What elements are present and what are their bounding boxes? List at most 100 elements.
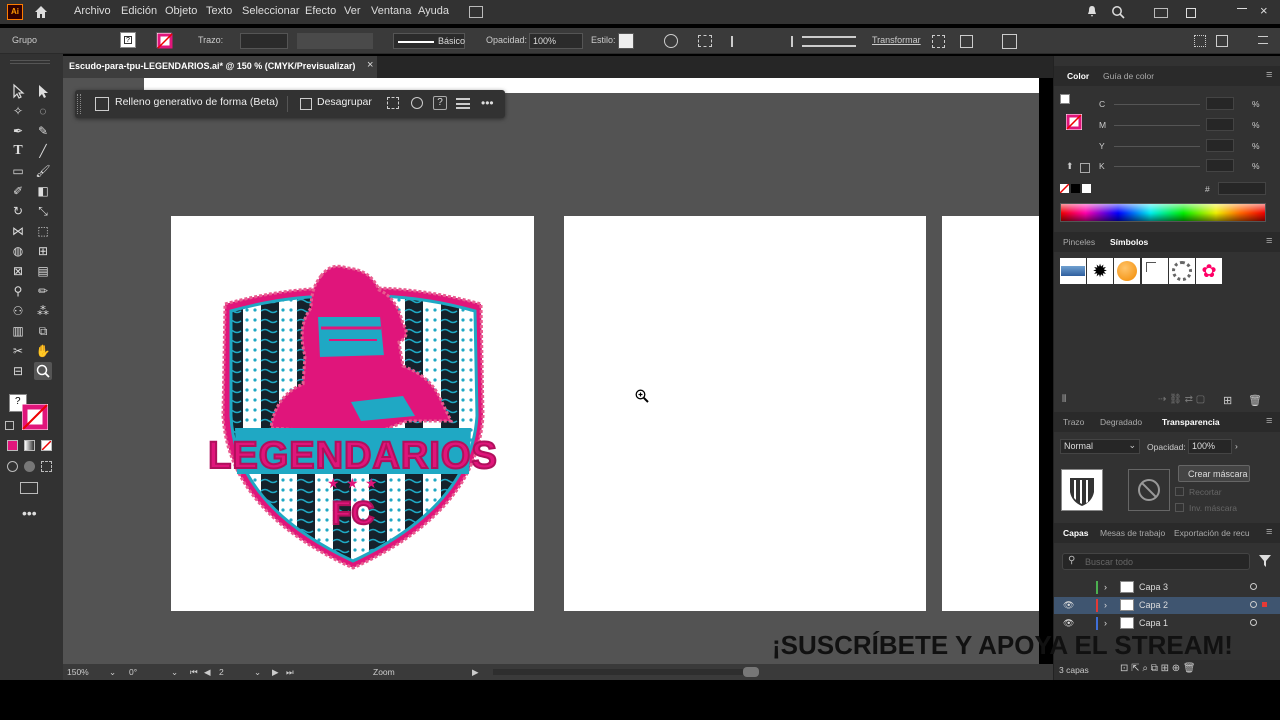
tab-brushes[interactable]: Pinceles <box>1063 237 1095 247</box>
tab-color[interactable]: Color <box>1067 71 1089 81</box>
zoom-dropdown-icon[interactable]: ⌄ <box>109 667 116 678</box>
transparency-opacity-field[interactable]: 100% <box>1188 439 1232 454</box>
tab-gradient[interactable]: Degradado <box>1100 417 1142 427</box>
direct-selection-tool-icon[interactable] <box>34 82 52 100</box>
task-bar-grip[interactable] <box>77 94 81 114</box>
filter-icon[interactable] <box>1259 555 1271 567</box>
color-mode-icon[interactable] <box>7 440 18 451</box>
ungroup-button[interactable]: Desagrupar <box>317 96 372 108</box>
black-swatch[interactable] <box>1071 184 1080 193</box>
last-artboard-icon[interactable]: ⏭ <box>286 667 294 678</box>
mesh-tool-icon[interactable]: ⊠ <box>9 262 27 280</box>
document-tab[interactable]: Escudo-para-tpu-LEGENDARIOS.ai* @ 150 % … <box>63 56 377 78</box>
chevron-right-icon[interactable]: › <box>1104 582 1107 592</box>
search-icon[interactable] <box>1111 5 1125 19</box>
layer-name[interactable]: Capa 2 <box>1139 600 1168 610</box>
status-menu-icon[interactable]: ▶ <box>472 667 479 678</box>
menu-ver[interactable]: Ver <box>344 5 361 17</box>
menu-ayuda[interactable]: Ayuda <box>418 5 449 17</box>
measure-tool-icon[interactable]: ✏ <box>34 282 52 300</box>
color-stroke-box[interactable] <box>1066 114 1082 130</box>
tab-asset-export[interactable]: Exportación de recu <box>1174 528 1250 538</box>
app-logo[interactable]: Ai <box>7 4 23 20</box>
type-tool-icon[interactable]: T <box>9 142 27 160</box>
color-fill-box[interactable] <box>1060 94 1070 104</box>
legendarios-shield-logo[interactable]: LEGENDARIOS ★ ★ ★ FC <box>171 216 534 611</box>
symbols-panel-menu-icon[interactable]: ≡ <box>1266 235 1272 247</box>
color-panel-menu-icon[interactable]: ≡ <box>1266 69 1272 81</box>
toolbar-grip[interactable] <box>10 60 50 64</box>
paintbrush-tool-icon[interactable]: 🖌︎ <box>34 162 52 180</box>
blend-tool-icon[interactable]: ⚇ <box>9 302 27 320</box>
puppet-warp-icon[interactable] <box>1002 34 1017 49</box>
chevron-right-icon[interactable]: › <box>1104 600 1107 610</box>
perspective-grid-tool-icon[interactable]: ⊞ <box>34 242 52 260</box>
menu-objeto[interactable]: Objeto <box>165 5 197 17</box>
tab-stroke[interactable]: Trazo <box>1063 417 1084 427</box>
layer-target-icon[interactable] <box>1250 619 1257 626</box>
align-dropdown-icon[interactable] <box>698 35 712 47</box>
channel-m-field[interactable] <box>1206 118 1234 131</box>
object-thumbnail[interactable] <box>1061 469 1103 511</box>
horizontal-scrollbar[interactable] <box>493 667 759 677</box>
scale-tool-icon[interactable]: ⤡ <box>34 202 52 220</box>
layer-name[interactable]: Capa 3 <box>1139 582 1168 592</box>
eye-icon[interactable]: 👁︎ <box>1063 618 1074 629</box>
menu-edicion[interactable]: Edición <box>121 5 157 17</box>
opacity-field[interactable]: 100% <box>529 33 583 49</box>
menu-ventana[interactable]: Ventana <box>371 5 411 17</box>
invert-mask-checkbox[interactable] <box>1175 503 1184 512</box>
channel-c-field[interactable] <box>1206 97 1234 110</box>
rotation-value[interactable]: 0° <box>129 667 137 677</box>
lasso-tool-icon[interactable]: ◌ <box>34 102 52 120</box>
draw-inside-icon[interactable] <box>41 461 52 472</box>
symbol-sketch[interactable] <box>1142 258 1168 284</box>
rectangle-tool-icon[interactable]: ▭ <box>9 162 27 180</box>
screen-mode-icon[interactable] <box>20 482 38 494</box>
artboard-2[interactable] <box>564 216 926 611</box>
stroke-weight-field[interactable] <box>240 33 288 49</box>
line-segment-tool-icon[interactable]: ╱ <box>34 142 52 160</box>
previous-artboard-icon[interactable]: ◀ <box>204 667 211 678</box>
layers-panel-menu-icon[interactable]: ≡ <box>1266 526 1272 538</box>
tab-artboards[interactable]: Mesas de trabajo <box>1100 528 1165 538</box>
tab-symbols[interactable]: Símbolos <box>1110 237 1148 247</box>
artboard-tool-icon[interactable]: ⧉ <box>34 322 52 340</box>
panel-options-icon[interactable] <box>1194 35 1206 47</box>
symbol-orange-button[interactable] <box>1114 258 1140 284</box>
generative-fill-button[interactable]: Relleno generativo de forma (Beta) <box>115 96 278 108</box>
pen-tool-icon[interactable]: ✒ <box>9 122 27 140</box>
layer-row-selected[interactable]: 👁︎ › Capa 2 <box>1054 597 1280 614</box>
shape-builder-tool-icon[interactable]: ◍ <box>9 242 27 260</box>
artboard-3[interactable] <box>942 216 1039 611</box>
fill-swatch[interactable]: ? <box>120 32 136 48</box>
tab-color-guide[interactable]: Guía de color <box>1103 71 1154 81</box>
arrange-documents-icon[interactable] <box>469 6 483 18</box>
draw-behind-icon[interactable] <box>24 461 35 472</box>
home-icon[interactable] <box>33 4 49 20</box>
eraser-tool-icon[interactable]: ◧ <box>34 182 52 200</box>
rotate-tool-icon[interactable]: ↻ <box>9 202 27 220</box>
brush-definition-dropdown[interactable]: Básico <box>393 33 465 49</box>
symbol-wreath[interactable] <box>1169 258 1195 284</box>
grid-icon[interactable] <box>1216 35 1228 47</box>
isolate-icon[interactable] <box>932 35 945 48</box>
transparency-panel-menu-icon[interactable]: ≡ <box>1266 415 1272 427</box>
symbol-flower[interactable]: ✿ <box>1196 258 1222 284</box>
channel-m-slider[interactable] <box>1114 125 1200 126</box>
style-swatch[interactable] <box>618 33 634 49</box>
canvas-area[interactable]: LEGENDARIOS ★ ★ ★ FC Relleno generativo … <box>63 78 1039 664</box>
white-swatch[interactable] <box>1082 184 1091 193</box>
stroke-swatch[interactable] <box>156 32 173 49</box>
free-transform-tool-icon[interactable]: ⬚ <box>34 222 52 240</box>
hand-tool-icon[interactable]: ✋ <box>34 342 52 360</box>
new-symbol-icon[interactable]: ⊞ <box>1223 394 1232 407</box>
out-of-gamut-icon[interactable]: ⬆ <box>1066 161 1074 172</box>
default-colors-icon[interactable] <box>5 421 14 430</box>
control-menu-icon[interactable] <box>1258 36 1268 44</box>
close-document-button[interactable]: × <box>367 59 373 71</box>
symbol-sprayer-tool-icon[interactable]: ⁂ <box>34 302 52 320</box>
layer-actions-icons[interactable]: ⊡ ⇱ ⌕ ⧉ ⊞ ⊕ 🗑︎ <box>1120 663 1196 674</box>
maximize-button[interactable] <box>1186 8 1196 18</box>
artboard-number[interactable]: 2 <box>219 667 224 677</box>
